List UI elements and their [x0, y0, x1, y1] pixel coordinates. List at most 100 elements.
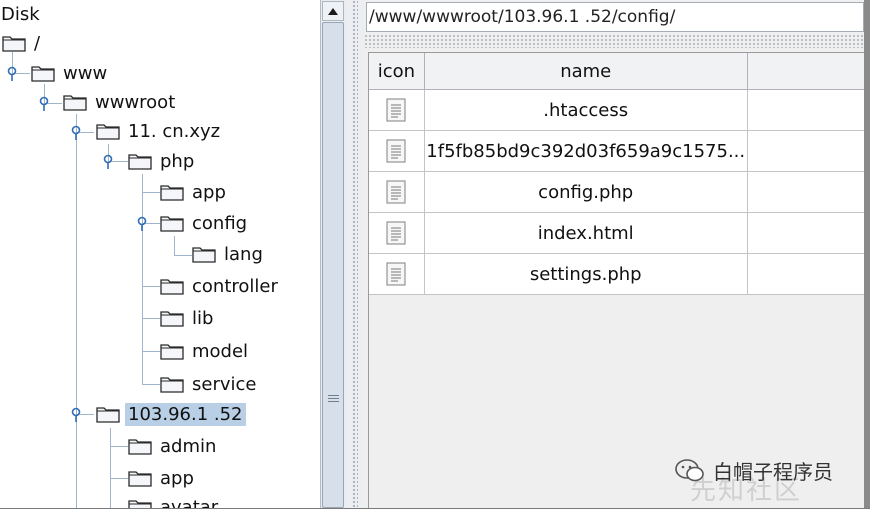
file-browser-pane: /www/wwwroot/103.96.1 .52/config/ icon n… — [364, 0, 866, 509]
tree-node-label: app — [160, 467, 194, 489]
tree-node-root-dir[interactable]: / — [2, 30, 43, 56]
table-row[interactable]: settings.php — [369, 253, 866, 295]
column-header-icon[interactable]: icon — [369, 53, 425, 90]
tree-node-label: www — [63, 62, 108, 84]
tree-node-label: controller — [192, 275, 278, 297]
file-icon — [386, 262, 406, 286]
tree-node-label: lib — [192, 307, 214, 329]
tree-node-label: config — [192, 212, 248, 234]
scroll-up-button[interactable] — [322, 1, 344, 21]
watermark: 白帽子程序员 — [675, 456, 833, 485]
file-name-cell: config.php — [424, 171, 748, 213]
file-icon-cell — [369, 171, 425, 213]
folder-icon — [128, 498, 152, 508]
tree-node-site-xyz[interactable]: 11. cn.xyz — [96, 118, 223, 144]
empty-cell — [747, 212, 866, 254]
tree-node-config[interactable]: config — [160, 210, 250, 236]
folder-icon — [96, 122, 120, 140]
table-row[interactable]: config.php — [369, 171, 866, 213]
directory-tree[interactable]: Disk / www wwwroot 11. cn.xyz php app co… — [0, 0, 320, 508]
tree-node-avatar[interactable]: avatar — [128, 494, 221, 508]
tree-line — [142, 384, 160, 385]
file-name-cell: .htaccess — [424, 89, 748, 131]
tree-node-label: avatar — [160, 496, 219, 509]
tree-line — [110, 478, 128, 479]
folder-icon — [160, 309, 184, 327]
tree-node-www[interactable]: www — [31, 60, 110, 86]
tree-root-disk[interactable]: Disk — [0, 1, 43, 27]
divider-grip — [352, 0, 358, 508]
file-icon-cell — [369, 130, 425, 172]
folder-icon — [160, 277, 184, 295]
tree-line — [110, 446, 128, 447]
watermark-text: 白帽子程序员 — [713, 460, 833, 484]
folder-icon — [96, 405, 120, 423]
tree-node-label: app — [192, 181, 226, 203]
empty-cell — [747, 253, 866, 295]
window-bottom-border — [0, 508, 870, 514]
table-row[interactable]: index.html — [369, 212, 866, 254]
wechat-logo-icon — [675, 458, 704, 481]
file-table: icon name .htaccess 1f5fb85bd9c392d03f65… — [369, 53, 866, 295]
folder-icon — [160, 342, 184, 360]
expand-toggle-icon[interactable] — [135, 216, 149, 232]
tree-node-lang[interactable]: lang — [192, 241, 266, 267]
table-row[interactable]: .htaccess — [369, 89, 866, 131]
tree-node-wwwroot[interactable]: wwwroot — [63, 89, 178, 115]
tree-node-label: / — [34, 32, 41, 54]
tree-node-app[interactable]: app — [160, 179, 229, 205]
file-table-container: icon name .htaccess 1f5fb85bd9c392d03f65… — [368, 52, 866, 509]
grip-line — [328, 395, 339, 396]
table-row[interactable]: 1f5fb85bd9c392d03f659a9c1575... — [369, 130, 866, 172]
tree-node-label: model — [192, 340, 249, 362]
path-field[interactable]: /www/wwwroot/103.96.1 .52/config/ — [366, 2, 864, 32]
tree-node-lib[interactable]: lib — [160, 305, 216, 331]
column-header-name[interactable]: name — [424, 53, 748, 90]
file-icon-cell — [369, 212, 425, 254]
tree-node-label: 11. cn.xyz — [128, 120, 221, 142]
scroll-thumb[interactable] — [322, 22, 344, 508]
folder-icon — [192, 245, 216, 263]
folder-icon — [160, 375, 184, 393]
folder-icon — [160, 183, 184, 201]
tree-line — [142, 351, 160, 352]
tree-node-service[interactable]: service — [160, 371, 259, 397]
file-icon — [386, 139, 406, 163]
expand-toggle-icon[interactable] — [101, 154, 115, 170]
folder-icon — [31, 64, 55, 82]
tree-node-site-ip[interactable]: 103.96.1 .52 — [96, 401, 246, 427]
expand-toggle-icon[interactable] — [69, 407, 83, 423]
tree-node-php[interactable]: php — [128, 148, 197, 174]
tree-line — [110, 428, 111, 508]
folder-icon — [128, 437, 152, 455]
tree-line — [174, 236, 175, 256]
tree-line — [76, 114, 77, 508]
tree-node-label: admin — [160, 435, 217, 457]
column-header-extra[interactable] — [747, 53, 866, 90]
file-icon — [386, 180, 406, 204]
grip-line — [328, 398, 339, 399]
split-pane-divider[interactable] — [346, 0, 365, 508]
tree-node-label: Disk — [1, 3, 40, 25]
folder-icon — [128, 152, 152, 170]
tree-node-admin[interactable]: admin — [128, 433, 219, 459]
window-right-border — [864, 0, 870, 513]
file-icon — [386, 98, 406, 122]
file-icon-cell — [369, 253, 425, 295]
tree-node-model[interactable]: model — [160, 338, 251, 364]
expand-toggle-icon[interactable] — [69, 125, 83, 141]
tree-node-app-2[interactable]: app — [128, 465, 197, 491]
tree-node-controller[interactable]: controller — [160, 273, 281, 299]
file-icon-cell — [369, 89, 425, 131]
expand-toggle-icon[interactable] — [5, 66, 19, 82]
empty-cell — [747, 89, 866, 131]
empty-cell — [747, 130, 866, 172]
tree-scrollbar[interactable] — [320, 0, 347, 508]
expand-toggle-icon[interactable] — [37, 96, 51, 112]
folder-icon — [128, 469, 152, 487]
divider-grip[interactable] — [364, 34, 864, 48]
tree-node-label: service — [192, 373, 257, 395]
tree-node-label: php — [160, 150, 195, 172]
tree-node-label: lang — [224, 243, 263, 265]
file-icon — [386, 221, 406, 245]
